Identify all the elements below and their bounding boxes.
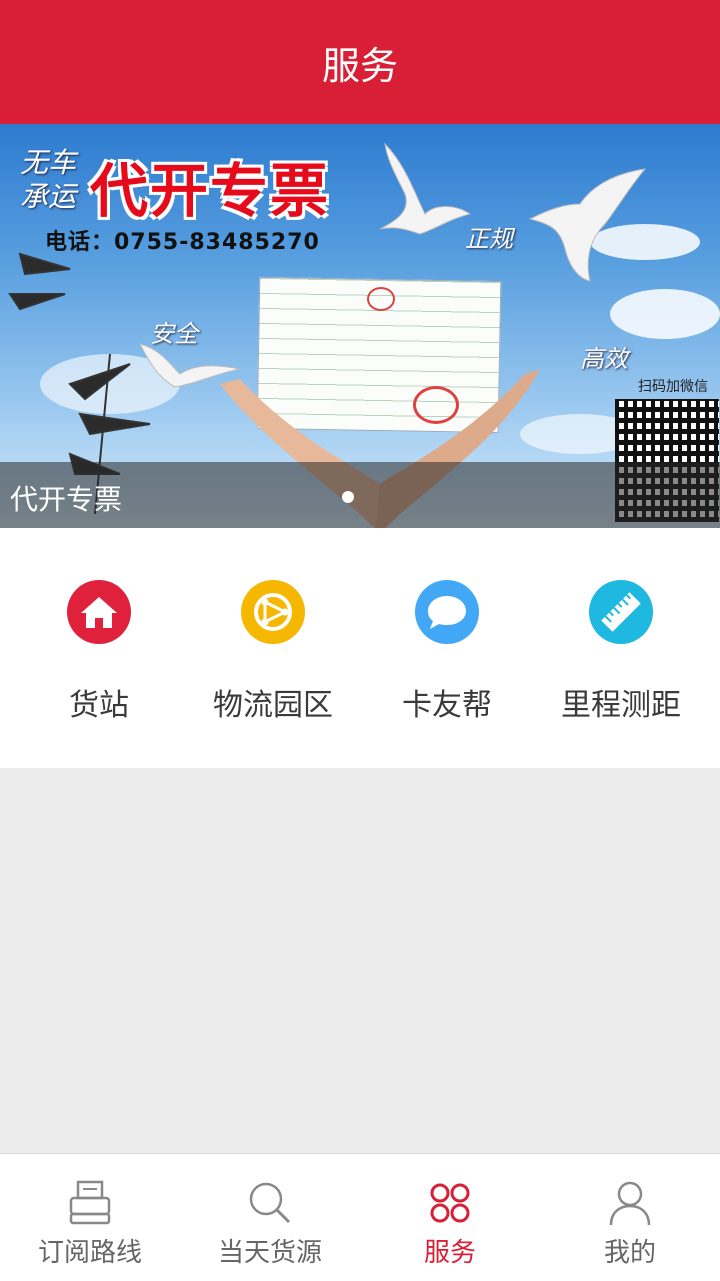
slogan-line: 无车 [20,146,77,179]
service-item-driver-help[interactable]: 卡友帮 [360,528,534,768]
promo-banner[interactable]: 无车 承运 代开专票 电话：0755-83485270 安全 正规 高效 扫码加… [0,124,720,528]
stamp-icon [367,287,395,311]
banner-slogan: 无车 承运 [20,146,76,214]
tab-label: 服务 [423,1238,476,1268]
service-label: 物流园区 [213,688,333,723]
qr-caption: 扫码加微信 [638,379,708,395]
dove-icon [379,142,472,235]
carousel-indicator-dot[interactable] [342,491,354,503]
banner-word-efficient: 高效 [580,345,628,373]
cloud-decoration [610,289,720,339]
slogan-line: 承运 [20,180,77,213]
ruler-icon [589,580,653,644]
service-grid: 货站 物流园区 卡友帮 里程测距 [0,528,720,768]
tab-subscribe-routes[interactable]: 订阅路线 [0,1154,180,1281]
service-label: 里程测距 [561,688,681,723]
printer-icon [69,1180,111,1225]
tab-label: 订阅路线 [37,1238,142,1268]
banner-caption: 代开专票 [10,483,123,516]
user-icon [609,1181,651,1226]
search-icon [249,1182,291,1224]
tab-label: 当天货源 [217,1238,322,1268]
dove-icon [528,168,647,282]
service-label: 卡友帮 [402,688,492,723]
service-grid-icon [430,1183,470,1223]
service-item-logistics-park[interactable]: 物流园区 [186,528,360,768]
service-label: 货站 [69,688,129,723]
page-title: 服务 [321,43,398,88]
service-item-freight-station[interactable]: 货站 [12,528,186,768]
service-item-mileage-measure[interactable]: 里程测距 [534,528,708,768]
page-header: 服务 [0,0,720,124]
tab-today-cargo[interactable]: 当天货源 [180,1154,360,1281]
tab-label: 我的 [603,1238,656,1268]
chat-bubble-icon [415,580,479,644]
logistics-park-icon [241,580,305,644]
home-icon [67,580,131,644]
banner-caption-bar: 代开专票 [0,462,720,528]
tab-mine[interactable]: 我的 [540,1154,720,1281]
tab-services[interactable]: 服务 [360,1154,540,1281]
bottom-tab-bar: 订阅路线 当天货源 服务 我的 [0,1153,720,1281]
